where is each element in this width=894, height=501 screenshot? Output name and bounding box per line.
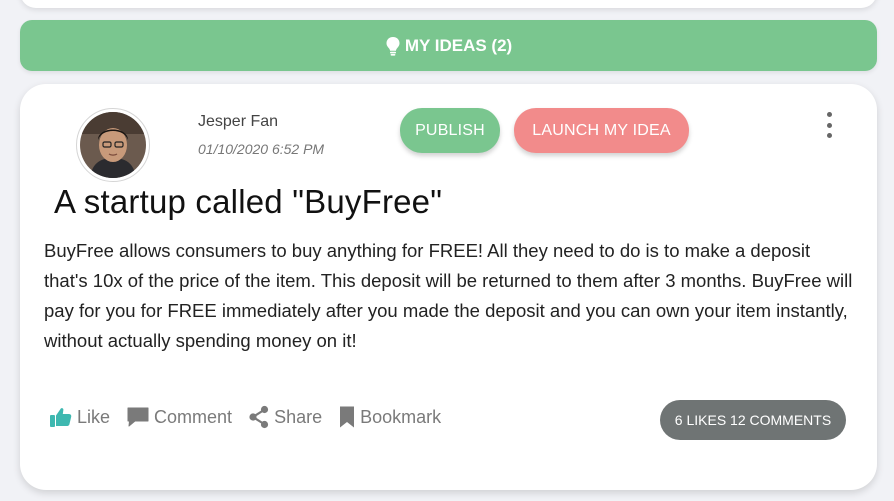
avatar-photo <box>80 112 146 178</box>
comment-label: Comment <box>154 406 233 427</box>
my-ideas-header-button[interactable]: MY IDEAS (2) <box>20 20 877 71</box>
bookmark-icon <box>338 405 356 429</box>
likes-comments-count-badge[interactable]: 6 LIKES 12 COMMENTS <box>660 400 846 440</box>
like-label: Like <box>77 406 111 427</box>
author-avatar[interactable] <box>76 108 150 182</box>
post-title: A startup called "BuyFree" <box>54 183 443 220</box>
share-label: Share <box>274 406 323 427</box>
post-body: BuyFree allows consumers to buy anything… <box>44 240 853 351</box>
post-actions: Like Comment Share Bookmark <box>49 402 441 432</box>
my-ideas-label: MY IDEAS (2) <box>404 35 513 55</box>
bookmark-button[interactable]: Bookmark <box>338 405 441 429</box>
share-icon <box>248 405 270 429</box>
thumbs-up-icon <box>49 405 73 429</box>
comment-button[interactable]: Comment <box>126 405 232 429</box>
idea-card: Jesper Fan 01/10/2020 6:52 PM PUBLISH LA… <box>20 84 877 490</box>
like-button[interactable]: Like <box>49 405 110 429</box>
author-name[interactable]: Jesper Fan <box>198 113 278 131</box>
post-date: 01/10/2020 6:52 PM <box>198 141 325 157</box>
launch-my-idea-button[interactable]: LAUNCH MY IDEA <box>514 108 689 153</box>
comment-icon <box>126 405 150 429</box>
previous-card-edge <box>20 0 877 8</box>
more-options-icon[interactable] <box>820 112 838 138</box>
lightbulb-icon <box>385 36 401 56</box>
publish-button[interactable]: PUBLISH <box>400 108 500 153</box>
bookmark-label: Bookmark <box>360 406 442 427</box>
share-button[interactable]: Share <box>248 405 322 429</box>
